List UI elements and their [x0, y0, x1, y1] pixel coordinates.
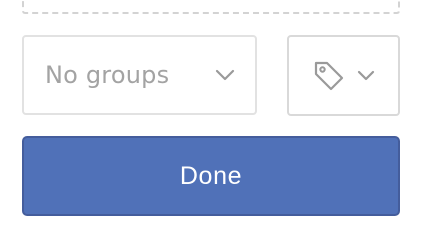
groups-select-value: No groups [45, 61, 170, 89]
chevron-down-icon [357, 70, 375, 81]
tag-select[interactable] [287, 35, 400, 116]
tag-icon [313, 60, 345, 92]
done-button[interactable]: Done [22, 136, 400, 216]
groups-select[interactable]: No groups [22, 35, 257, 115]
tagging-panel: No groups Done [0, 0, 424, 242]
drop-zone[interactable] [22, 0, 400, 14]
chevron-down-icon [215, 69, 235, 81]
